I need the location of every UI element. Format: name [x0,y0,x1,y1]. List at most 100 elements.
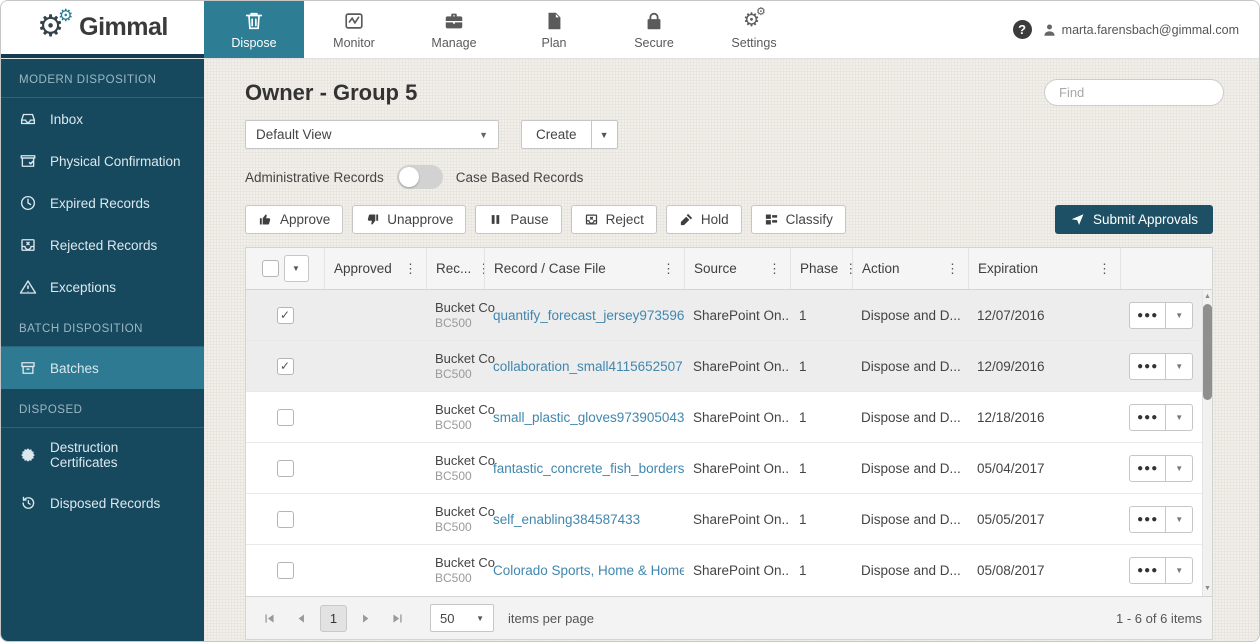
record-link[interactable]: quantify_forecast_jersey97359678 [493,308,684,323]
find-input[interactable] [1044,79,1224,106]
select-dropdown-button[interactable]: ▼ [284,255,309,282]
column-menu-icon[interactable]: ⋮ [940,261,959,277]
column-menu-icon[interactable]: ⋮ [1092,261,1111,277]
row-checkbox[interactable]: ✓ [277,307,294,324]
scroll-up-icon[interactable]: ▲ [1204,292,1211,302]
column-header-source[interactable]: Source ⋮ [684,248,790,289]
scrollbar-track[interactable] [1203,302,1212,584]
table-row[interactable]: Bucket CoBC500 Colorado Sports, Home & H… [246,545,1202,596]
pause-button[interactable]: Pause [475,205,561,234]
row-dropdown-button[interactable]: ▼ [1166,455,1193,482]
classify-button[interactable]: Classify [751,205,846,234]
sidebar-item-label: Inbox [50,112,83,127]
row-dropdown-button[interactable]: ▼ [1166,506,1193,533]
page-number-button[interactable]: 1 [320,605,347,632]
sidebar-item-inbox[interactable]: Inbox [1,98,204,140]
table-scrollbar[interactable]: ▲ ▼ [1202,290,1212,596]
column-menu-icon[interactable]: ⋮ [656,261,675,277]
column-header-record-class[interactable]: Rec... ⋮ [426,248,484,289]
select-all-checkbox[interactable] [262,260,279,277]
row-more-button[interactable]: ●●● [1129,455,1166,482]
user-menu[interactable]: marta.farensbach@gimmal.com [1042,22,1239,37]
help-icon[interactable]: ? [1013,20,1032,39]
create-button[interactable]: Create [521,120,592,149]
row-checkbox[interactable] [277,562,294,579]
sidebar-item-rejected-records[interactable]: Rejected Records [1,224,204,266]
record-link[interactable]: collaboration_small4115652507 [493,359,683,374]
row-more-button[interactable]: ●●● [1129,506,1166,533]
last-page-button[interactable] [384,605,411,632]
row-dropdown-button[interactable]: ▼ [1166,557,1193,584]
history-icon [19,494,37,512]
tab-settings[interactable]: ⚙ ⚙ Settings [704,1,804,58]
table-row[interactable]: Bucket CoBC500 self_enabling384587433 Sh… [246,494,1202,545]
column-header-expiration[interactable]: Expiration ⋮ [968,248,1120,289]
column-header-action[interactable]: Action ⋮ [852,248,968,289]
cell-expiration: 12/18/2016 [968,410,1120,425]
row-checkbox[interactable]: ✓ [277,358,294,375]
unapprove-button[interactable]: Unapprove [352,205,466,234]
record-link[interactable]: Colorado Sports, Home & Home.. [493,563,684,578]
gimmal-logo: ⚙ ⚙ Gimmal [1,1,204,58]
table-header-row: ▼ Approved ⋮ Rec... ⋮ Record / Case File… [246,248,1212,290]
records-type-toggle[interactable] [397,165,443,189]
page-title: Owner - Group 5 [245,80,417,106]
view-select[interactable]: Default View ▼ [245,120,499,149]
scrollbar-thumb[interactable] [1203,304,1212,400]
sidebar-item-disposed-records[interactable]: Disposed Records [1,482,204,524]
scroll-down-icon[interactable]: ▼ [1204,584,1211,594]
column-header-approved[interactable]: Approved ⋮ [324,248,426,289]
record-link[interactable]: self_enabling384587433 [493,512,640,527]
tab-dispose[interactable]: Dispose [204,1,304,58]
records-table: ▼ Approved ⋮ Rec... ⋮ Record / Case File… [245,247,1213,597]
tab-label: Manage [431,36,476,50]
table-row[interactable]: Bucket CoBC500 fantastic_concrete_fish_b… [246,443,1202,494]
gimmal-gears-icon: ⚙ ⚙ [37,10,77,46]
cell-source: SharePoint On... [684,563,790,578]
sidebar-item-batches[interactable]: Batches [1,347,204,389]
row-more-button[interactable]: ●●● [1129,302,1166,329]
row-dropdown-button[interactable]: ▼ [1166,302,1193,329]
row-dropdown-button[interactable]: ▼ [1166,353,1193,380]
table-row[interactable]: ✓ Bucket CoBC500 quantify_forecast_jerse… [246,290,1202,341]
hold-button[interactable]: Hold [666,205,742,234]
tab-label: Monitor [333,36,375,50]
sidebar-item-label: Physical Confirmation [50,154,181,169]
row-more-button[interactable]: ●●● [1129,557,1166,584]
table-row[interactable]: Bucket CoBC500 small_plastic_gloves97390… [246,392,1202,443]
sidebar: MODERN DISPOSITION Inbox Physical Confir… [1,59,204,642]
row-dropdown-button[interactable]: ▼ [1166,404,1193,431]
tab-secure[interactable]: Secure [604,1,704,58]
approve-button[interactable]: Approve [245,205,343,234]
create-dropdown-button[interactable]: ▼ [592,120,618,149]
warning-triangle-icon [19,278,37,296]
next-page-button[interactable] [352,605,379,632]
row-checkbox[interactable] [277,460,294,477]
sidebar-item-physical-confirmation[interactable]: Physical Confirmation [1,140,204,182]
column-menu-icon[interactable]: ⋮ [398,261,417,277]
column-header-phase[interactable]: Phase ⋮ [790,248,852,289]
table-row[interactable]: ✓ Bucket CoBC500 collaboration_small4115… [246,341,1202,392]
row-more-button[interactable]: ●●● [1129,353,1166,380]
tree-icon [764,212,779,227]
row-checkbox[interactable] [277,409,294,426]
sidebar-item-expired-records[interactable]: Expired Records [1,182,204,224]
submit-approvals-button[interactable]: Submit Approvals [1055,205,1213,234]
record-link[interactable]: fantastic_concrete_fish_borders_1 [493,461,684,476]
cell-phase: 1 [790,308,852,323]
column-header-record-case-file[interactable]: Record / Case File ⋮ [484,248,684,289]
record-link[interactable]: small_plastic_gloves973905043 [493,410,684,425]
tab-manage[interactable]: Manage [404,1,504,58]
cell-source: SharePoint On... [684,512,790,527]
prev-page-button[interactable] [288,605,315,632]
page-size-select[interactable]: 50 ▼ [430,604,494,632]
column-menu-icon[interactable]: ⋮ [762,261,781,277]
row-checkbox[interactable] [277,511,294,528]
first-page-button[interactable] [256,605,283,632]
sidebar-item-destruction-certificates[interactable]: Destruction Certificates [1,428,204,482]
tab-plan[interactable]: Plan [504,1,604,58]
sidebar-item-exceptions[interactable]: Exceptions [1,266,204,308]
reject-button[interactable]: Reject [571,205,657,234]
tab-monitor[interactable]: Monitor [304,1,404,58]
row-more-button[interactable]: ●●● [1129,404,1166,431]
